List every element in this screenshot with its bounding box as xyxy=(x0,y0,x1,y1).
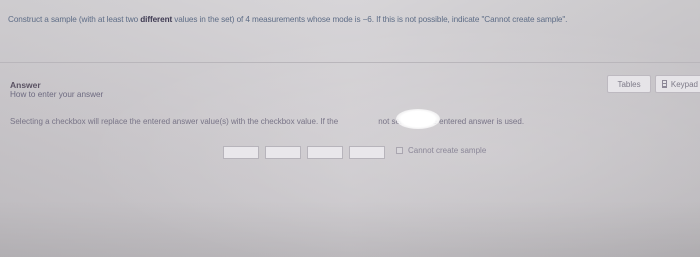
cannot-create-sample-checkbox[interactable] xyxy=(396,147,403,154)
cannot-create-sample-option[interactable]: Cannot create sample xyxy=(396,146,486,155)
question-emphasis: different xyxy=(140,15,173,24)
instruction-part1: Selecting a checkbox will replace the en… xyxy=(10,117,339,126)
question-text: Construct a sample (with at least two di… xyxy=(8,15,698,24)
keypad-icon xyxy=(662,80,667,88)
answer-input-2[interactable] xyxy=(265,146,301,159)
tables-button-label: Tables xyxy=(617,79,641,89)
question-part1: Construct a sample (with at least two xyxy=(8,15,141,24)
answer-input-4[interactable] xyxy=(349,146,385,159)
bottom-shade xyxy=(0,200,700,257)
screen: Construct a sample (with at least two di… xyxy=(0,0,700,257)
keypad-button-label: Keypad xyxy=(670,79,698,89)
instruction-text: Selecting a checkbox will replace the en… xyxy=(10,117,524,126)
question-part2: values in the set) of 4 measurements who… xyxy=(172,15,568,24)
keypad-button[interactable]: Keypad xyxy=(655,75,700,93)
how-to-enter-link[interactable]: How to enter your answer xyxy=(10,90,103,99)
tables-button[interactable]: Tables xyxy=(607,75,651,93)
section-divider xyxy=(0,62,700,63)
answer-input-1[interactable] xyxy=(223,146,259,159)
answer-heading: Answer xyxy=(10,80,41,90)
answer-input-3[interactable] xyxy=(307,146,343,159)
screen-glare xyxy=(396,109,440,129)
cannot-create-sample-label: Cannot create sample xyxy=(408,146,487,155)
